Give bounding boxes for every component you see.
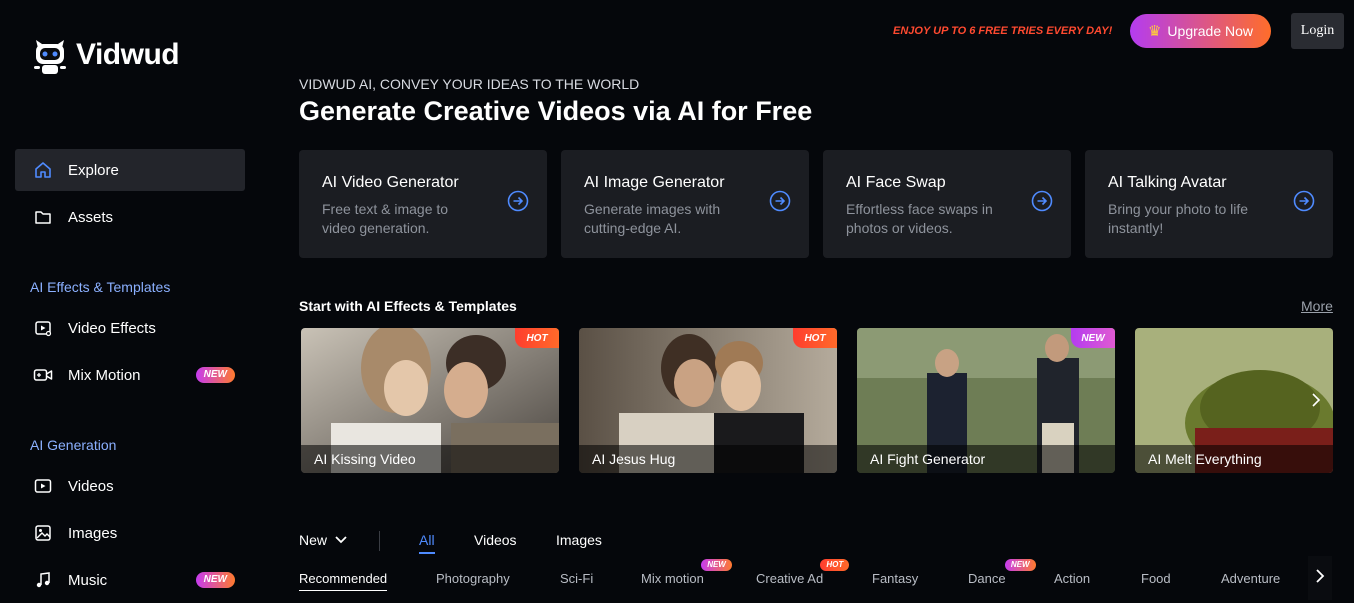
template-caption: AI Jesus Hug [579, 445, 837, 473]
sidebar-item-label: Assets [68, 208, 114, 226]
category-dance[interactable]: Dance NEW [968, 559, 1036, 586]
category-label: Creative Ad [756, 571, 824, 586]
chevron-down-icon [335, 536, 347, 544]
tool-card-video-generator[interactable]: AI Video Generator Free text & image to … [299, 150, 547, 258]
template-caption: AI Fight Generator [857, 445, 1115, 473]
page-title: Generate Creative Videos via AI for Free [299, 96, 813, 126]
sidebar-item-label: Videos [68, 477, 114, 495]
category-recommended[interactable]: Recommended [299, 571, 388, 591]
arrow-right-circle-icon [507, 190, 529, 212]
template-card-jesus-hug[interactable]: HOT AI Jesus Hug [579, 328, 837, 473]
hot-badge: HOT [793, 328, 837, 348]
sort-dropdown[interactable]: New [299, 532, 347, 548]
sidebar-item-assets[interactable]: Assets [15, 196, 245, 238]
divider [379, 531, 380, 551]
arrow-right-circle-icon [1031, 190, 1053, 212]
sidebar-item-label: Explore [68, 161, 119, 179]
category-food[interactable]: Food [1141, 571, 1171, 586]
tool-card-talking-avatar[interactable]: AI Talking Avatar Bring your photo to li… [1085, 150, 1333, 258]
category-label: Adventure [1221, 571, 1281, 586]
new-badge: NEW [1004, 559, 1036, 571]
upgrade-button[interactable]: ♛ Upgrade Now [1130, 14, 1271, 48]
category-label: Food [1141, 571, 1171, 586]
upgrade-label: Upgrade Now [1167, 23, 1254, 39]
category-mix-motion[interactable]: Mix motion NEW [641, 559, 732, 586]
sidebar-item-label: Images [68, 524, 118, 542]
home-icon [33, 160, 53, 180]
template-card-kissing[interactable]: HOT AI Kissing Video [301, 328, 559, 473]
tab-videos[interactable]: Videos [474, 532, 517, 548]
new-badge: NEW [195, 572, 235, 588]
login-button[interactable]: Login [1291, 13, 1344, 49]
sort-value: New [299, 532, 328, 548]
camera-icon [33, 365, 53, 385]
hot-badge: HOT [515, 328, 559, 348]
tool-description: Bring your photo to life instantly! [1108, 201, 1249, 236]
more-link[interactable]: More [1301, 298, 1333, 314]
category-label: Recommended [299, 571, 388, 586]
category-label: Mix motion [641, 571, 704, 586]
folder-icon [33, 207, 53, 227]
category-label: Dance [968, 571, 1006, 586]
category-creative-ad[interactable]: Creative Ad HOT [756, 559, 850, 586]
hero-subtitle: VIDWUD AI, CONVEY YOUR IDEAS TO THE WORL… [299, 76, 640, 92]
chevron-right-icon [1315, 568, 1325, 589]
sidebar-item-label: Mix Motion [68, 366, 141, 384]
music-note-icon [33, 570, 53, 590]
category-label: Sci-Fi [560, 571, 594, 586]
carousel-next-button[interactable] [1304, 388, 1328, 416]
tool-description: Generate images with cutting-edge AI. [584, 201, 721, 236]
hot-badge: HOT [820, 559, 850, 571]
sidebar-item-images[interactable]: Images [15, 512, 245, 554]
image-icon [33, 523, 53, 543]
sidebar-item-explore[interactable]: Explore [15, 149, 245, 191]
category-photography[interactable]: Photography [436, 571, 510, 586]
arrow-right-circle-icon [769, 190, 791, 212]
logo[interactable]: Vidwud [32, 34, 180, 76]
chevron-right-icon [1311, 392, 1321, 413]
crown-icon: ♛ [1147, 23, 1162, 40]
free-tries-promo: ENJOY UP TO 6 FREE TRIES EVERY DAY! [893, 25, 1113, 37]
category-fantasy[interactable]: Fantasy [872, 571, 918, 586]
play-icon [33, 476, 53, 496]
tab-images[interactable]: Images [556, 532, 602, 548]
robot-logo-icon [32, 34, 68, 76]
sidebar: Vidwud Explore Assets AI Effects & Templ… [0, 0, 260, 603]
tool-description: Effortless face swaps in photos or video… [846, 201, 993, 236]
category-adventure[interactable]: Adventure [1221, 571, 1280, 586]
new-badge: NEW [1071, 328, 1115, 348]
section-label-generation: AI Generation [30, 437, 117, 453]
tool-card-image-generator[interactable]: AI Image Generator Generate images with … [561, 150, 809, 258]
category-label: Photography [436, 571, 510, 586]
arrow-right-circle-icon [1293, 190, 1315, 212]
section-label-effects: AI Effects & Templates [30, 279, 171, 295]
sidebar-item-label: Music [68, 571, 108, 589]
new-badge: NEW [195, 367, 235, 383]
tab-all[interactable]: All [419, 532, 435, 554]
category-label: Action [1054, 571, 1091, 586]
brand-name: Vidwud [76, 38, 180, 71]
tool-card-face-swap[interactable]: AI Face Swap Effortless face swaps in ph… [823, 150, 1071, 258]
new-badge: NEW [701, 559, 732, 571]
sidebar-item-mix-motion[interactable]: Mix Motion NEW [15, 354, 245, 396]
category-action[interactable]: Action [1054, 571, 1090, 586]
category-label: Fantasy [872, 571, 919, 586]
video-effects-icon [33, 318, 53, 338]
sidebar-item-video-effects[interactable]: Video Effects [15, 307, 245, 349]
template-caption: AI Kissing Video [301, 445, 559, 473]
template-card-fight[interactable]: NEW AI Fight Generator [857, 328, 1115, 473]
sidebar-item-videos[interactable]: Videos [15, 465, 245, 507]
templates-section-title: Start with AI Effects & Templates [299, 298, 517, 314]
template-caption: AI Melt Everything [1135, 445, 1333, 473]
tool-description: Free text & image to video generation. [322, 201, 449, 236]
sidebar-item-label: Video Effects [68, 319, 156, 337]
sidebar-item-music[interactable]: Music NEW [15, 559, 245, 601]
category-sci-fi[interactable]: Sci-Fi [560, 571, 593, 586]
category-scroll-next-button[interactable] [1308, 556, 1332, 600]
